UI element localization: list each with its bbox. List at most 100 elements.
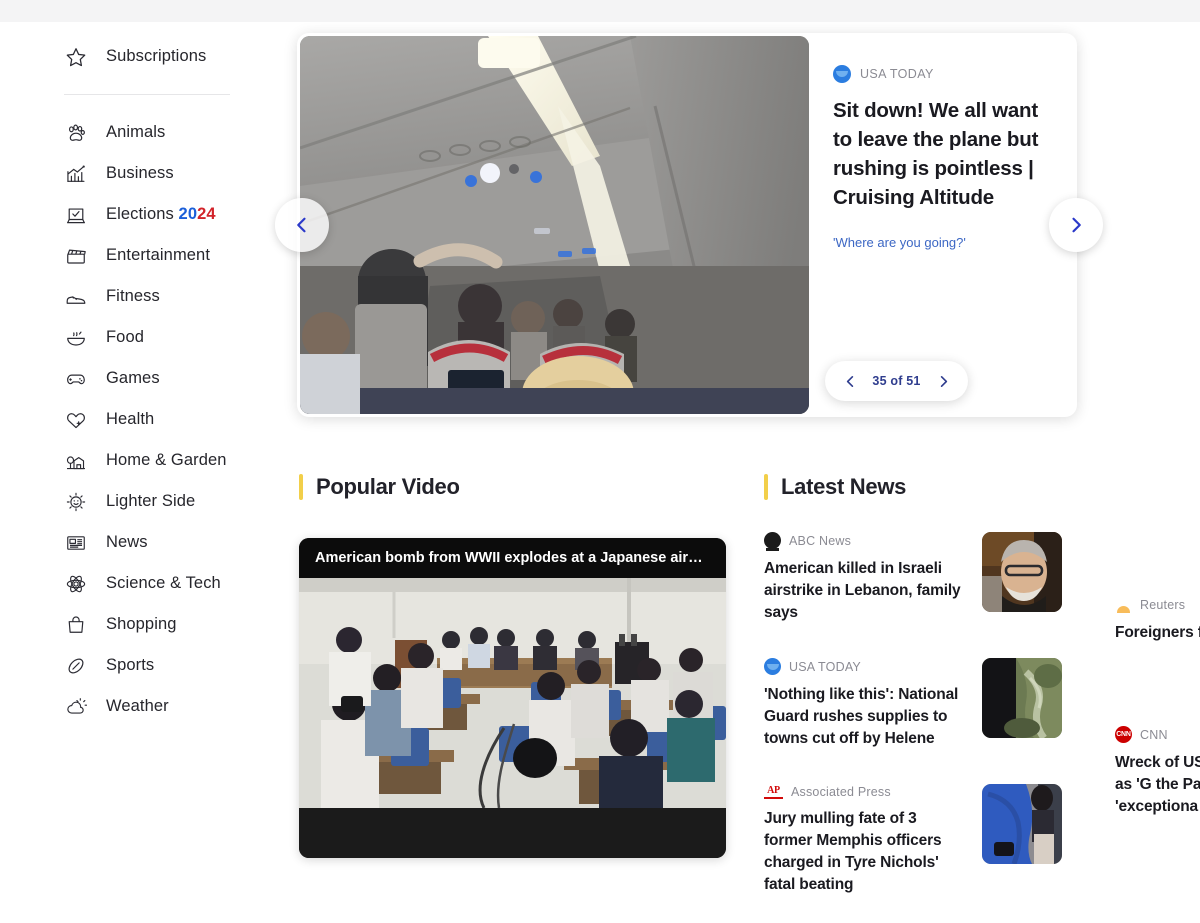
- video-caption: American bomb from WWII explodes at a Ja…: [315, 550, 710, 566]
- section-title: Latest News: [781, 474, 907, 499]
- list-item[interactable]: CNN CNN Wreck of US known as 'G the Paci…: [1115, 726, 1200, 818]
- usa-today-logo-icon: [833, 65, 851, 83]
- page-root: Subscriptions Animals Business Elections…: [0, 0, 1200, 923]
- news-thumbnail[interactable]: [982, 658, 1062, 738]
- hero-text-panel: USA TODAY Sit down! We all want to leave…: [809, 33, 1077, 417]
- list-item[interactable]: Reuters Foreigners f Israeli offen: [1115, 596, 1200, 644]
- news-text: ABC News American killed in Israeli airs…: [764, 532, 964, 624]
- sidebar-item-label: Home & Garden: [106, 451, 227, 469]
- news-headline[interactable]: American killed in Israeli airstrike in …: [764, 558, 964, 624]
- gamepad-icon: [64, 367, 88, 391]
- hero-subheadline[interactable]: 'Where are you going?': [833, 234, 1055, 252]
- sidebar-item-health[interactable]: Health: [0, 399, 265, 440]
- sidebar-item-entertainment[interactable]: Entertainment: [0, 235, 265, 276]
- sidebar-item-label: Elections 2024: [106, 205, 216, 224]
- top-strip: [0, 0, 1200, 22]
- election-year-prefix: 20: [178, 205, 198, 223]
- star-icon: [64, 45, 88, 69]
- chevron-right-icon: [1066, 215, 1086, 235]
- sidebar-item-food[interactable]: Food: [0, 317, 265, 358]
- sidebar-item-label: Business: [106, 164, 174, 182]
- news-headline[interactable]: 'Nothing like this': National Guard rush…: [764, 684, 964, 750]
- video-card[interactable]: American bomb from WWII explodes at a Ja…: [299, 538, 726, 858]
- sidebar-item-label: Fitness: [106, 287, 160, 305]
- abc-news-logo-icon: [764, 532, 781, 551]
- house-tree-icon: [64, 449, 88, 473]
- popular-video-section: Popular Video American bomb from WWII ex…: [299, 474, 729, 858]
- pager-prev-button[interactable]: [839, 370, 861, 392]
- sidebar-item-label: Shopping: [106, 615, 177, 633]
- ap-logo-icon: AP: [764, 784, 783, 799]
- hero-carousel-card[interactable]: USA TODAY Sit down! We all want to leave…: [275, 33, 1103, 417]
- news-source-row: AP Associated Press: [764, 784, 964, 799]
- sidebar-item-sports[interactable]: Sports: [0, 645, 265, 686]
- cnn-logo-icon: CNN: [1115, 726, 1132, 743]
- soup-bowl-icon: [64, 326, 88, 350]
- sidebar-item-elections[interactable]: Elections 2024: [0, 194, 265, 235]
- video-thumbnail: [299, 578, 726, 808]
- section-accent-bar: [299, 474, 303, 500]
- latest-news-overflow-column: Reuters Foreigners f Israeli offen CNN C…: [1115, 474, 1200, 852]
- sneaker-icon: [64, 285, 88, 309]
- sidebar-item-label: Sports: [106, 656, 155, 674]
- sidebar-item-label: Subscriptions: [106, 47, 207, 65]
- sidebar-item-weather[interactable]: Weather: [0, 686, 265, 727]
- chart-bar-icon: [64, 162, 88, 186]
- carousel-prev-button[interactable]: [275, 198, 329, 252]
- sidebar-item-news[interactable]: News: [0, 522, 265, 563]
- news-thumbnail[interactable]: [982, 532, 1062, 612]
- sidebar-item-science-tech[interactable]: Science & Tech: [0, 563, 265, 604]
- news-source-name: Reuters: [1140, 597, 1186, 612]
- sidebar-item-label: Entertainment: [106, 246, 211, 264]
- pager-next-button[interactable]: [932, 370, 954, 392]
- sidebar-item-label: Food: [106, 328, 145, 346]
- sidebar-item-games[interactable]: Games: [0, 358, 265, 399]
- news-source-row: USA TODAY: [764, 658, 964, 675]
- carousel-next-button[interactable]: [1049, 198, 1103, 252]
- smiling-sun-icon: [64, 490, 88, 514]
- news-source-row: ABC News: [764, 532, 964, 551]
- sun-cloud-icon: [64, 695, 88, 719]
- news-headline[interactable]: Jury mulling fate of 3 former Memphis of…: [764, 808, 964, 896]
- shopping-bag-icon: [64, 613, 88, 637]
- news-source-name: ABC News: [789, 533, 852, 548]
- sidebar-item-lighter-side[interactable]: Lighter Side: [0, 481, 265, 522]
- section-title: Popular Video: [316, 474, 460, 499]
- election-year-suffix: 24: [197, 205, 216, 223]
- news-text: AP Associated Press Jury mulling fate of…: [764, 784, 964, 896]
- news-headline[interactable]: Wreck of US known as 'G the Pacific' 'ex…: [1115, 752, 1200, 818]
- newspaper-icon: [64, 531, 88, 555]
- news-thumbnail[interactable]: [982, 784, 1062, 864]
- video-controls-bar[interactable]: [299, 808, 726, 858]
- hero-image: [300, 36, 809, 414]
- popular-video-header: Popular Video: [299, 474, 729, 500]
- sidebar-item-shopping[interactable]: Shopping: [0, 604, 265, 645]
- hero-source-name: USA TODAY: [860, 67, 934, 81]
- reuters-logo-icon: [1115, 596, 1132, 613]
- sidebar-item-home-garden[interactable]: Home & Garden: [0, 440, 265, 481]
- news-source-row: CNN CNN: [1115, 726, 1200, 743]
- sidebar-item-business[interactable]: Business: [0, 153, 265, 194]
- sidebar-item-label: Animals: [106, 123, 166, 141]
- heart-plus-icon: [64, 408, 88, 432]
- sidebar-item-animals[interactable]: Animals: [0, 112, 265, 153]
- news-text: USA TODAY 'Nothing like this': National …: [764, 658, 964, 750]
- sidebar-item-label: Games: [106, 369, 160, 387]
- news-source-name: USA TODAY: [789, 659, 861, 674]
- video-caption-bar: American bomb from WWII explodes at a Ja…: [299, 538, 726, 578]
- news-source-name: Associated Press: [791, 784, 891, 799]
- clapperboard-icon: [64, 244, 88, 268]
- atom-icon: [64, 572, 88, 596]
- news-headline[interactable]: Foreigners f Israeli offen: [1115, 622, 1200, 644]
- sidebar-item-label: Weather: [106, 697, 169, 715]
- sidebar-item-fitness[interactable]: Fitness: [0, 276, 265, 317]
- usa-today-logo-icon: [764, 658, 781, 675]
- sidebar-item-label: News: [106, 533, 148, 551]
- news-source-name: CNN: [1140, 727, 1168, 742]
- sidebar-divider: [64, 94, 230, 95]
- hero-headline[interactable]: Sit down! We all want to leave the plane…: [833, 96, 1055, 212]
- paw-icon: [64, 121, 88, 145]
- chevron-left-icon: [292, 215, 312, 235]
- sidebar-item-subscriptions[interactable]: Subscriptions: [0, 36, 265, 77]
- sidebar-item-label: Science & Tech: [106, 574, 221, 592]
